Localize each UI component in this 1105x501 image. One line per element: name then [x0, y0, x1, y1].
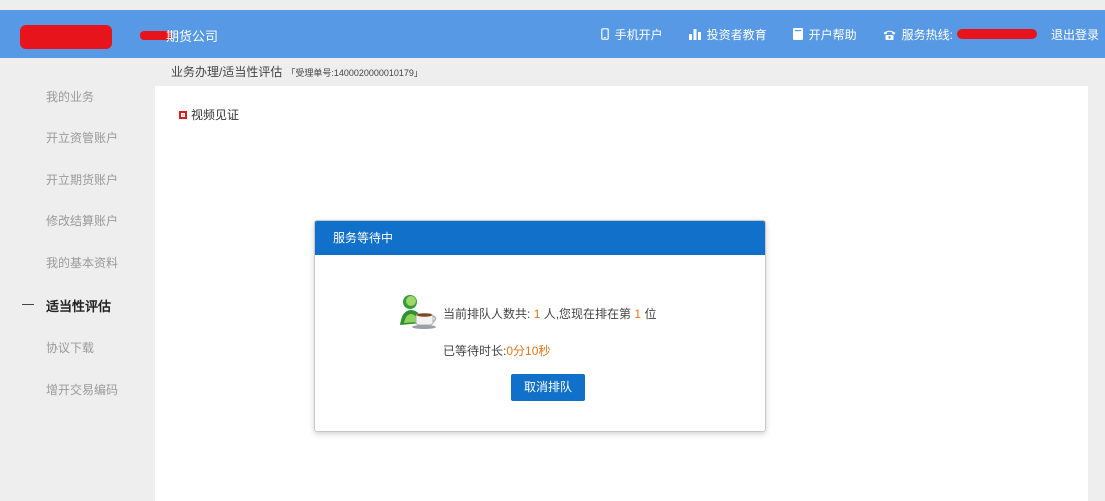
- queue-status-line: 当前排队人数共: 1 人,您现在排在第 1 位: [443, 305, 656, 322]
- nav-label: 服务热线:: [901, 27, 953, 42]
- sidebar-item-agreement-download[interactable]: 协议下载: [46, 339, 94, 356]
- sidebar-item-my-business[interactable]: 我的业务: [46, 88, 94, 105]
- top-nav: 手机开户 投资者教育 开户帮助 服务热线: 退出登录: [575, 10, 1105, 58]
- top-bar: 期货公司 手机开户 投资者教育 开户帮助 服务热线: 退出登录: [0, 10, 1105, 58]
- square-bullet-icon: [179, 110, 187, 119]
- nav-mobile-open-account[interactable]: 手机开户: [600, 26, 663, 43]
- nav-account-help[interactable]: 开户帮助: [792, 26, 857, 43]
- active-indicator: [22, 304, 34, 305]
- book-icon: [792, 28, 803, 40]
- queue-mid: 人,您现在排在第: [543, 307, 632, 321]
- sidebar-item-modify-settlement-account[interactable]: 修改结算账户: [46, 212, 118, 229]
- nav-label: 投资者教育: [706, 27, 767, 42]
- wait-time-line: 已等待时长:0分10秒: [443, 342, 550, 359]
- customer-service-icon: [398, 291, 438, 331]
- dialog-header: 服务等待中: [315, 221, 765, 255]
- company-name: 期货公司: [166, 29, 219, 44]
- queue-prefix: 当前排队人数共:: [443, 307, 531, 321]
- waiting-dialog: 服务等待中 当前排队人数共: 1 人,您现在排在第 1 位 已等待时长:0分10…: [314, 220, 766, 432]
- nav-service-hotline: 服务热线:: [883, 26, 1037, 43]
- wait-label: 已等待时长:: [443, 344, 507, 358]
- dialog-title: 服务等待中: [333, 231, 394, 245]
- logout-label: 退出登录: [1050, 27, 1099, 42]
- queue-count: 1: [533, 307, 541, 321]
- logo-redaction: [20, 25, 112, 49]
- video-witness-section: 视频见证: [179, 106, 239, 123]
- cancel-queue-button[interactable]: 取消排队: [511, 374, 585, 401]
- telephone-icon: [883, 29, 896, 40]
- chart-icon: [688, 28, 701, 40]
- wait-value: 0分10秒: [506, 344, 551, 358]
- nav-investor-education[interactable]: 投资者教育: [688, 26, 767, 43]
- nav-label: 手机开户: [614, 27, 663, 42]
- hotline-redaction: [956, 29, 1037, 39]
- sidebar: 我的业务 开立资管账户 开立期货账户 修改结算账户 我的基本资料 适当性评估 协…: [0, 58, 155, 501]
- breadcrumb: 业务办理/适当性评估 「受理单号:1400020000010179」: [171, 63, 423, 80]
- queue-suffix: 位: [644, 307, 657, 321]
- logout-link[interactable]: 退出登录: [1051, 26, 1099, 43]
- sidebar-item-open-futures-account[interactable]: 开立期货账户: [46, 171, 118, 188]
- sidebar-item-suitability-assessment[interactable]: 适当性评估: [46, 296, 111, 315]
- sidebar-item-basic-info[interactable]: 我的基本资料: [46, 254, 118, 271]
- sidebar-item-open-asset-account[interactable]: 开立资管账户: [46, 129, 118, 146]
- sidebar-item-add-trading-code[interactable]: 增开交易编码: [46, 381, 118, 398]
- ticket-number: 「受理单号:1400020000010179」: [286, 68, 423, 78]
- breadcrumb-path: 业务办理/适当性评估: [171, 65, 283, 79]
- section-title: 视频见证: [191, 108, 240, 122]
- phone-icon: [600, 28, 609, 40]
- nav-label: 开户帮助: [808, 27, 857, 42]
- queue-position: 1: [634, 307, 642, 321]
